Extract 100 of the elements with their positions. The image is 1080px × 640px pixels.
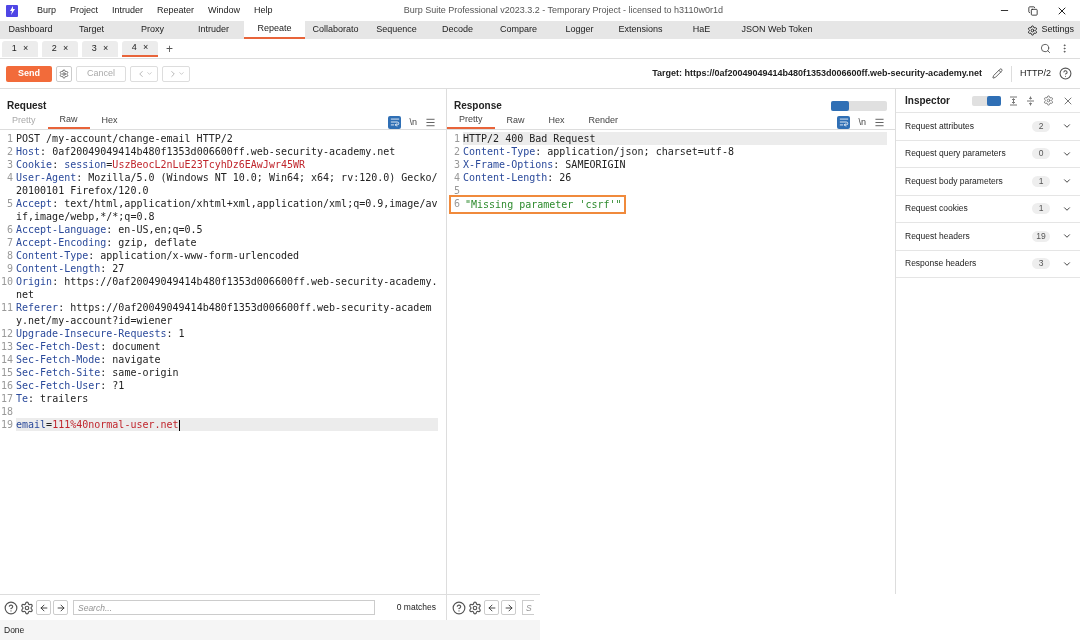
wrap-icon[interactable]	[388, 115, 402, 129]
help-icon[interactable]	[4, 600, 18, 615]
inspector-title: Inspector	[905, 94, 950, 108]
forward-button[interactable]	[53, 600, 68, 615]
count-badge: 3	[1032, 258, 1050, 270]
edit-icon[interactable]	[992, 68, 1003, 79]
help-icon[interactable]	[452, 600, 466, 615]
view-tab[interactable]: Raw	[494, 113, 537, 129]
code-line: Sec-Fetch-Site: same-origin	[16, 366, 180, 379]
line-number: 5	[452, 184, 461, 197]
line-number: 15	[0, 366, 14, 379]
inspector-section[interactable]: Request query parameters 0	[896, 140, 1080, 168]
line-number: 13	[0, 340, 14, 353]
line-number: 1	[452, 132, 461, 145]
line-number: 8	[5, 249, 14, 262]
search-icon[interactable]	[1040, 43, 1051, 54]
code-line: User-Agent: Mozilla/5.0 (Windows NT 10.0; Win64; x64; rv:120.0) Gecko/20100101 Firefox/120.0	[16, 171, 438, 197]
code-line: Referer: https://0af20049049414b480f1353d006600ff.web-security-academy.net/my-account?id=wiener	[16, 301, 433, 327]
main-tab[interactable]: Decode	[427, 21, 488, 39]
restore-icon[interactable]	[1028, 5, 1038, 16]
menu-item[interactable]: Project	[63, 3, 106, 18]
line-number: 1	[5, 132, 14, 145]
line-number: 9	[5, 262, 14, 275]
protocol-button[interactable]: HTTP/2	[1020, 66, 1051, 81]
inspector-section[interactable]: Request cookies 1	[896, 195, 1080, 223]
newline-toggle[interactable]: \n	[858, 115, 866, 129]
add-tab-button[interactable]: +	[166, 39, 173, 58]
newline-toggle[interactable]: \n	[409, 115, 417, 129]
main-tab[interactable]: Logger	[549, 21, 610, 39]
count-badge: 1	[1032, 175, 1050, 187]
repeater-tab[interactable]: 3 ×	[82, 40, 118, 57]
line-number: 16	[0, 379, 14, 392]
code-line: Sec-Fetch-Mode: navigate	[16, 353, 162, 366]
line-number: 10	[0, 275, 14, 289]
menu-item[interactable]: Help	[247, 3, 280, 18]
target-url: Target: https://0af20049049414b480f1353d006600ff.web-security-academy.net	[652, 66, 982, 80]
code-line: Sec-Fetch-Dest: document	[16, 340, 162, 353]
view-tab[interactable]: Raw	[47, 113, 90, 129]
menu-item[interactable]: Repeater	[150, 3, 202, 18]
inspector-section[interactable]: Response headers 3	[896, 250, 1080, 278]
settings-label: Settings	[1041, 23, 1074, 37]
main-tab[interactable]: HaE	[671, 21, 732, 39]
layout-toggle[interactable]	[831, 101, 887, 111]
code-line: POST /my-account/change-email HTTP/2	[16, 132, 234, 145]
help-icon[interactable]	[1059, 67, 1072, 80]
line-number: 11	[0, 301, 14, 315]
main-tab[interactable]: Intruder	[183, 21, 244, 39]
arrow-left-icon	[486, 602, 497, 613]
menu-item[interactable]: Burp	[30, 3, 63, 18]
menu-item[interactable]: Window	[201, 3, 248, 18]
menu-icon[interactable]	[425, 116, 436, 128]
line-number: 4	[452, 171, 461, 184]
main-tab[interactable]: Target	[61, 21, 122, 39]
line-number: 18	[0, 405, 14, 418]
code-line: Accept-Language: en-US,en;q=0.5	[16, 223, 204, 236]
search-field[interactable]: S	[522, 600, 534, 615]
line-number: 12	[0, 327, 14, 340]
layout-toggle[interactable]	[972, 95, 1001, 106]
status-text: Done	[4, 623, 25, 637]
view-tab[interactable]: Pretty	[447, 113, 495, 129]
repeater-tab[interactable]: 2 ×	[42, 40, 78, 57]
main-tab[interactable]: Compare	[488, 21, 549, 39]
menu-icon[interactable]	[874, 116, 885, 128]
back-button[interactable]	[36, 600, 51, 615]
count-badge: 1	[1032, 203, 1050, 215]
inspector-section[interactable]: Request attributes 2	[896, 113, 1080, 141]
code-line: Cookie: session=UszBeocL2nLuE23TcyhDz6EAwJwr45WR	[16, 158, 306, 171]
line-number: 2	[5, 145, 14, 158]
line-number: 17	[0, 392, 14, 405]
repeater-tab[interactable]: 4 ×	[122, 40, 158, 57]
code-line: Upgrade-Insecure-Requests: 1	[16, 327, 186, 340]
line-number: 7	[5, 236, 14, 249]
inspector-section[interactable]: Request headers 19	[896, 223, 1080, 251]
menu-item[interactable]: Intruder	[105, 3, 151, 18]
line-number: 14	[0, 353, 14, 366]
pane-title: Request	[7, 99, 47, 113]
settings-button[interactable]: Settings	[1027, 21, 1074, 39]
main-tab[interactable]: Dashboard	[0, 21, 61, 39]
collapse-icon[interactable]	[1026, 95, 1035, 106]
settings-icon[interactable]	[468, 600, 482, 615]
repeater-tab[interactable]: 1 ×	[2, 40, 38, 57]
code-line: Accept: text/html,application/xhtml+xml,application/xml;q=0.9,image/avif,image/webp,*/*;q=0.8	[16, 197, 438, 223]
expand-icon[interactable]	[1009, 95, 1018, 106]
main-tab[interactable]: Collaborato	[305, 21, 366, 39]
main-tab[interactable]: Proxy	[122, 21, 183, 39]
main-tab[interactable]: Repeate	[244, 21, 305, 39]
settings-button[interactable]	[56, 65, 72, 82]
main-tab[interactable]: JSON Web Token	[732, 21, 822, 39]
main-tab[interactable]: Extensions	[610, 21, 671, 39]
wrap-icon[interactable]	[837, 115, 851, 129]
view-tab[interactable]: Hex	[536, 113, 577, 129]
view-tab[interactable]: Hex	[89, 113, 130, 129]
inspector-section[interactable]: Request body parameters 1	[896, 168, 1080, 196]
back-button[interactable]	[484, 600, 499, 615]
forward-button[interactable]	[501, 600, 516, 615]
search-field[interactable]: Search...	[73, 600, 375, 615]
settings-icon[interactable]	[1043, 95, 1054, 106]
settings-icon[interactable]	[20, 600, 34, 615]
view-tab[interactable]: Render	[576, 113, 631, 129]
main-tab[interactable]: Sequence	[366, 21, 427, 39]
